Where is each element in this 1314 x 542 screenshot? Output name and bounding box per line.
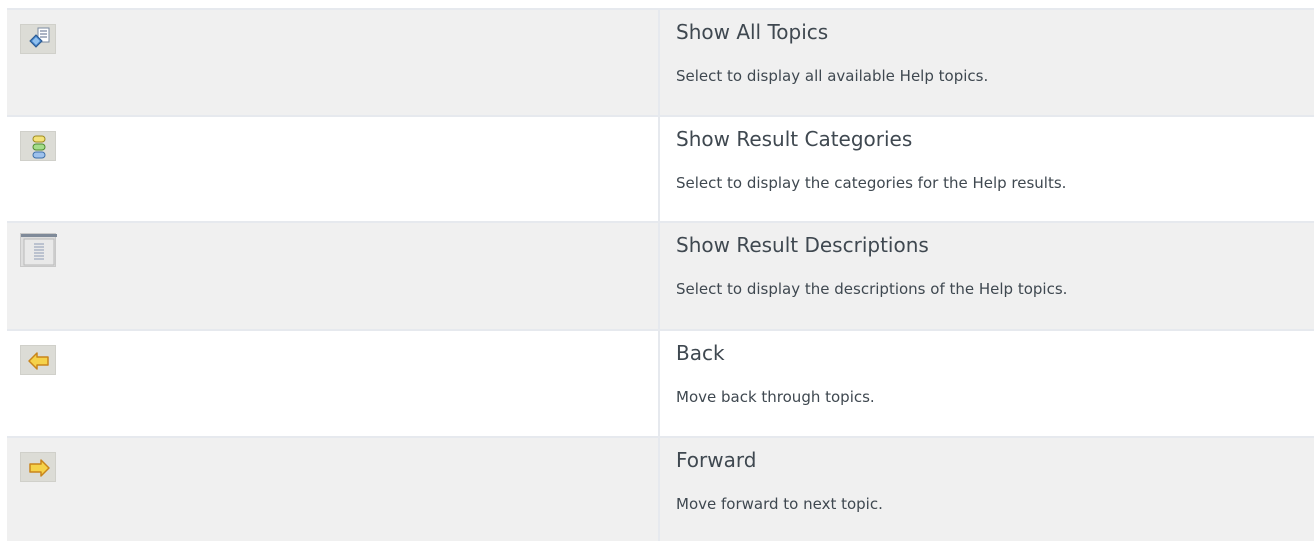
description-cell: Show All Topics Select to display all av… <box>660 10 1314 115</box>
row-title: Show All Topics <box>676 20 829 44</box>
row-description: Move back through topics. <box>676 388 875 406</box>
row-description: Select to display all available Help top… <box>676 67 989 85</box>
back-arrow-icon <box>20 345 56 375</box>
row-title: Show Result Categories <box>676 127 913 151</box>
row-description: Select to display the categories for the… <box>676 174 1067 192</box>
show-all-topics-icon <box>20 24 56 54</box>
description-cell: Back Move back through topics. <box>660 331 1314 436</box>
icon-cell <box>7 10 660 115</box>
table-row: Show Result Descriptions Select to displ… <box>7 223 1314 331</box>
icon-cell <box>7 331 660 436</box>
row-title: Back <box>676 341 725 365</box>
description-cell: Show Result Descriptions Select to displ… <box>660 223 1314 329</box>
show-result-categories-icon <box>20 131 56 161</box>
icon-cell <box>7 438 660 541</box>
row-title: Show Result Descriptions <box>676 233 929 257</box>
row-title: Forward <box>676 448 757 472</box>
table-row: Forward Move forward to next topic. <box>7 438 1314 541</box>
toolbar-help-table: Show All Topics Select to display all av… <box>7 8 1314 541</box>
table-row: Show Result Categories Select to display… <box>7 117 1314 223</box>
show-result-descriptions-icon <box>20 233 57 267</box>
row-description: Move forward to next topic. <box>676 495 883 513</box>
table-row: Show All Topics Select to display all av… <box>7 10 1314 117</box>
forward-arrow-icon <box>20 452 56 482</box>
description-cell: Show Result Categories Select to display… <box>660 117 1314 221</box>
row-description: Select to display the descriptions of th… <box>676 280 1068 298</box>
description-cell: Forward Move forward to next topic. <box>660 438 1314 541</box>
icon-cell <box>7 223 660 329</box>
table-row: Back Move back through topics. <box>7 331 1314 438</box>
icon-cell <box>7 117 660 221</box>
